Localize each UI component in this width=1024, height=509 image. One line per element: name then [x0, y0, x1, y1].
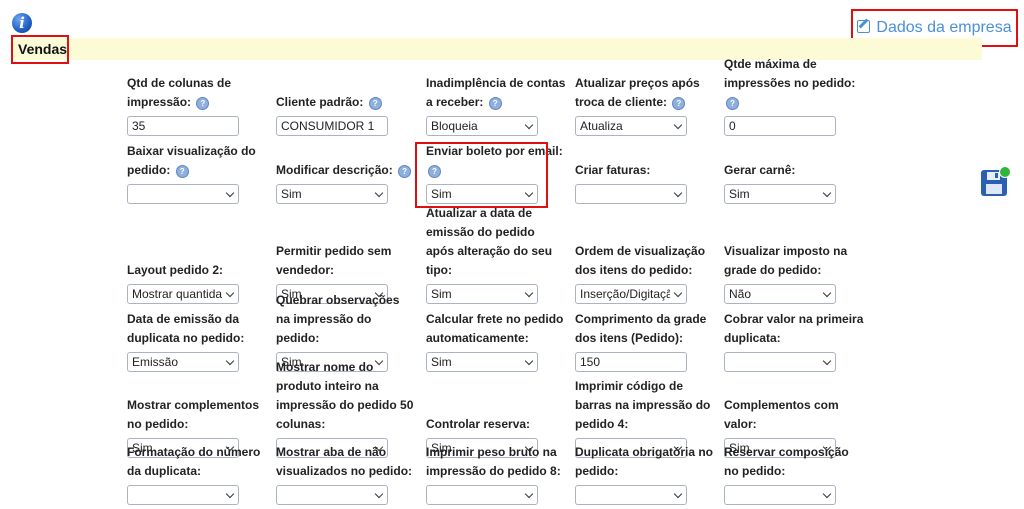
field-label: Modificar descrição: ?	[276, 161, 416, 180]
field-label: Baixar visualização do pedido: ?	[127, 142, 267, 180]
chevron-down-icon	[673, 489, 683, 499]
field-mostrar-aba-de-nao-visualizados-no-pedid: Mostrar aba de não visualizados no pedid…	[276, 389, 416, 509]
section-title: Vendas	[11, 35, 69, 64]
field-label-text: Imprimir peso bruto na impressão do pedi…	[426, 445, 561, 478]
field-label-text: Baixar visualização do pedido:	[127, 144, 256, 177]
field-label-text: Enviar boleto por email:	[426, 144, 563, 158]
select-duplicata-obrigatoria-no-pedido[interactable]	[575, 485, 687, 505]
field-label-text: Formatação do número da duplicata:	[127, 445, 261, 478]
field-label: Imprimir peso bruto na impressão do pedi…	[426, 443, 566, 481]
chevron-down-icon	[374, 489, 384, 499]
field-label-text: Data de emissão da duplicata no pedido:	[127, 312, 245, 345]
info-icon[interactable]: i	[12, 13, 32, 33]
field-label-text: Criar faturas:	[575, 163, 651, 177]
select-formatacao-do-numero-da-duplicata[interactable]	[127, 485, 239, 505]
field-label: Duplicata obrigatória no pedido:	[575, 443, 715, 481]
help-icon[interactable]: ?	[428, 165, 441, 178]
select-imprimir-peso-bruto-na-impressao-do-pedi[interactable]	[426, 485, 538, 505]
field-label-text: Qtde máxima de impressões no pedido:	[724, 57, 856, 90]
field-label: Mostrar aba de não visualizados no pedid…	[276, 443, 416, 481]
field-label: Reservar composição no pedido:	[724, 443, 864, 481]
field-label-text: Cobrar valor na primeira duplicata:	[724, 312, 864, 345]
field-label-text: Gerar carnê:	[724, 163, 796, 177]
field-label-text: Modificar descrição:	[276, 163, 393, 177]
company-data-label: Dados da empresa	[876, 19, 1012, 36]
chevron-down-icon	[524, 489, 534, 499]
help-icon[interactable]: ?	[398, 165, 412, 178]
save-icon[interactable]	[981, 166, 1011, 196]
field-formatacao-do-numero-da-duplicata: Formatação do número da duplicata:	[127, 389, 267, 509]
field-label-text: Reservar composição no pedido:	[724, 445, 849, 478]
field-reservar-composicao-no-pedido: Reservar composição no pedido:	[724, 389, 864, 509]
field-label: Quebrar observações na impressão do pedi…	[276, 291, 416, 348]
field-label: Enviar boleto por email: ?	[426, 142, 566, 180]
chevron-down-icon	[822, 489, 832, 499]
help-icon[interactable]: ?	[175, 165, 189, 178]
field-label-text: Mostrar aba de não visualizados no pedid…	[276, 445, 413, 478]
select-mostrar-aba-de-nao-visualizados-no-pedid[interactable]	[276, 485, 388, 505]
field-label-text: Comprimento da grade dos itens (Pedido):	[575, 312, 707, 345]
field-label-text: Quebrar observações na impressão do pedi…	[276, 293, 400, 345]
chevron-down-icon	[225, 489, 235, 499]
field-label: Gerar carnê:	[724, 161, 864, 180]
field-duplicata-obrigatoria-no-pedido: Duplicata obrigatória no pedido:	[575, 389, 715, 509]
field-label-text: Duplicata obrigatória no pedido:	[575, 445, 714, 478]
field-label-text: Calcular frete no pedido automaticamente…	[426, 312, 564, 345]
field-label: Formatação do número da duplicata:	[127, 443, 267, 481]
field-label: Criar faturas:	[575, 161, 715, 180]
field-imprimir-peso-bruto-na-impressao-do-pedi: Imprimir peso bruto na impressão do pedi…	[426, 389, 566, 509]
select-reservar-composicao-no-pedido[interactable]	[724, 485, 836, 505]
